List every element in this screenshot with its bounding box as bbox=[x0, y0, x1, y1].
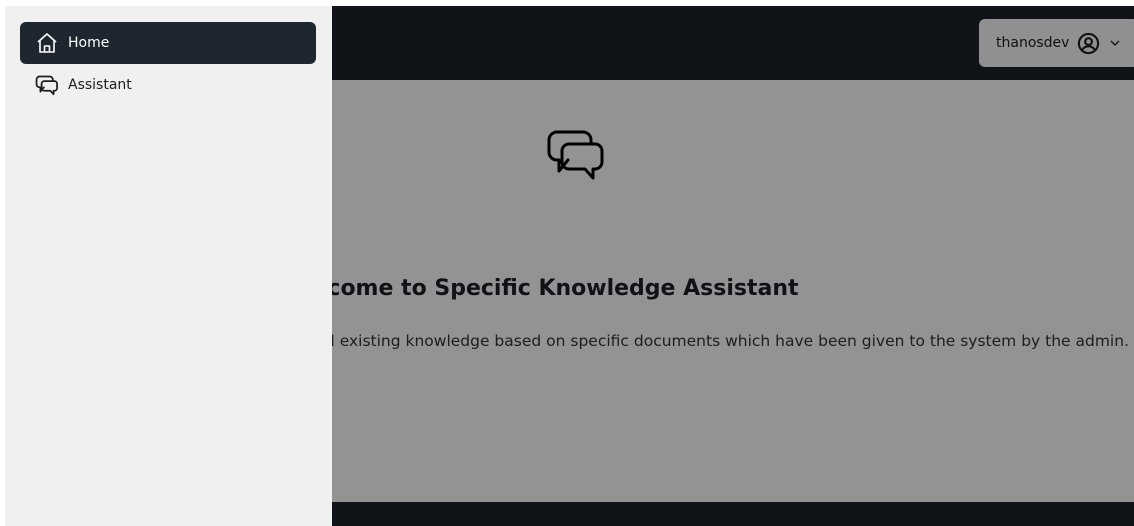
chat-bubbles-icon bbox=[35, 73, 59, 97]
drawer-item-home[interactable]: Home bbox=[20, 22, 316, 64]
app-window: ant thanosdev bbox=[5, 6, 1134, 526]
home-icon bbox=[35, 31, 59, 55]
drawer-item-assistant[interactable]: Assistant bbox=[20, 64, 316, 106]
drawer-item-label: Home bbox=[68, 35, 110, 51]
side-drawer: Home Assistant bbox=[5, 6, 332, 526]
drawer-item-label: Assistant bbox=[68, 77, 132, 93]
